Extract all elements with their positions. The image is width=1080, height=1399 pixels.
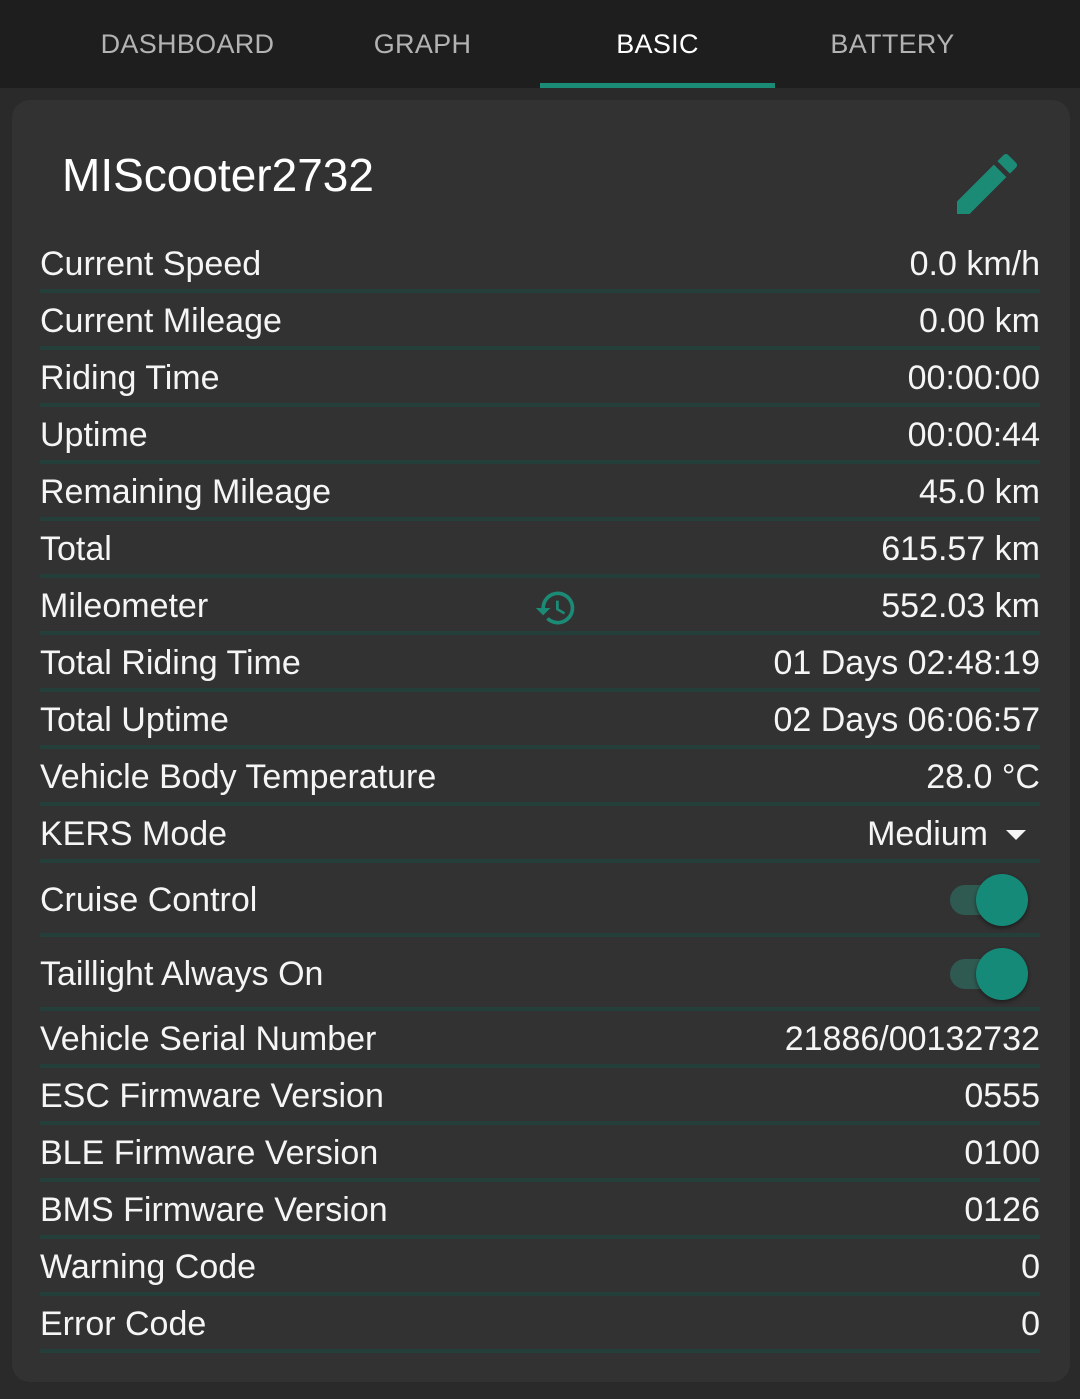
row-value: 21886/00132732	[784, 1020, 1040, 1058]
row-value: 00:00:44	[907, 416, 1040, 454]
row-label: Mileometer	[40, 587, 209, 625]
row-ble-firmware-version: BLE Firmware Version 0100	[40, 1125, 1040, 1182]
toggle-thumb	[976, 874, 1028, 926]
row-label: Total	[40, 530, 112, 568]
device-name: MIScooter2732	[62, 149, 374, 201]
row-uptime: Uptime 00:00:44	[40, 407, 1040, 464]
kers-mode-selected: Medium	[867, 815, 988, 853]
row-label: Total Riding Time	[40, 644, 301, 682]
row-label: ESC Firmware Version	[40, 1077, 384, 1115]
row-total-riding-time: Total Riding Time 01 Days 02:48:19	[40, 635, 1040, 692]
row-kers-mode: KERS Mode Medium	[40, 806, 1040, 863]
row-label: KERS Mode	[40, 815, 228, 853]
row-label: Error Code	[40, 1305, 207, 1343]
caret-down-icon	[1006, 829, 1026, 840]
row-label: Current Mileage	[40, 302, 282, 340]
basic-info-card: MIScooter2732 Current Speed 0.0 km/h Cur…	[12, 100, 1070, 1382]
row-taillight-always-on: Taillight Always On	[40, 937, 1040, 1011]
row-label: BLE Firmware Version	[40, 1134, 379, 1172]
row-label: Current Speed	[40, 245, 262, 283]
row-label: Cruise Control	[40, 880, 258, 919]
row-current-speed: Current Speed 0.0 km/h	[40, 236, 1040, 293]
row-value: 0.0 km/h	[909, 245, 1040, 283]
kers-mode-dropdown[interactable]: Medium	[867, 815, 1040, 854]
row-value: 00:00:00	[907, 359, 1040, 397]
row-value: 0	[1021, 1248, 1040, 1286]
row-label: Vehicle Serial Number	[40, 1020, 377, 1058]
row-value: 0126	[964, 1191, 1040, 1229]
row-value: 01 Days 02:48:19	[773, 644, 1040, 682]
row-value: 0100	[964, 1134, 1040, 1172]
history-icon[interactable]	[534, 586, 578, 630]
row-current-mileage: Current Mileage 0.00 km	[40, 293, 1040, 350]
pencil-icon[interactable]	[947, 144, 1027, 224]
row-label: Riding Time	[40, 359, 220, 397]
row-bms-firmware-version: BMS Firmware Version 0126	[40, 1182, 1040, 1239]
row-value: 552.03 km	[881, 587, 1040, 625]
row-value: 0	[1021, 1305, 1040, 1343]
row-cruise-control: Cruise Control	[40, 863, 1040, 937]
row-label: Vehicle Body Temperature	[40, 758, 437, 796]
row-label: BMS Firmware Version	[40, 1191, 388, 1229]
row-remaining-mileage: Remaining Mileage 45.0 km	[40, 464, 1040, 521]
row-value: 0.00 km	[919, 302, 1040, 340]
row-value: 45.0 km	[919, 473, 1040, 511]
row-label: Taillight Always On	[40, 954, 324, 993]
row-total: Total 615.57 km	[40, 521, 1040, 578]
row-label: Warning Code	[40, 1248, 257, 1286]
cruise-control-toggle[interactable]	[948, 872, 1032, 928]
info-list: Current Speed 0.0 km/h Current Mileage 0…	[40, 236, 1040, 1353]
row-label: Remaining Mileage	[40, 473, 332, 511]
row-vehicle-serial-number: Vehicle Serial Number 21886/00132732	[40, 1011, 1040, 1068]
row-value: 0555	[964, 1077, 1040, 1115]
row-value: 28.0 °C	[926, 758, 1040, 796]
row-value: 615.57 km	[881, 530, 1040, 568]
row-error-code: Error Code 0	[40, 1296, 1040, 1353]
row-esc-firmware-version: ESC Firmware Version 0555	[40, 1068, 1040, 1125]
row-label: Total Uptime	[40, 701, 229, 739]
row-warning-code: Warning Code 0	[40, 1239, 1040, 1296]
row-vehicle-body-temperature: Vehicle Body Temperature 28.0 °C	[40, 749, 1040, 806]
row-value: 02 Days 06:06:57	[773, 701, 1040, 739]
toggle-thumb	[976, 948, 1028, 1000]
tab-dashboard[interactable]: DASHBOARD	[70, 0, 305, 88]
row-label: Uptime	[40, 416, 148, 454]
row-riding-time: Riding Time 00:00:00	[40, 350, 1040, 407]
row-total-uptime: Total Uptime 02 Days 06:06:57	[40, 692, 1040, 749]
tab-battery[interactable]: BATTERY	[775, 0, 1010, 88]
tab-graph[interactable]: GRAPH	[305, 0, 540, 88]
taillight-toggle[interactable]	[948, 946, 1032, 1002]
tab-basic[interactable]: BASIC	[540, 0, 775, 88]
tab-bar: DASHBOARD GRAPH BASIC BATTERY	[0, 0, 1080, 88]
row-mileometer: Mileometer 552.03 km	[40, 578, 1040, 635]
